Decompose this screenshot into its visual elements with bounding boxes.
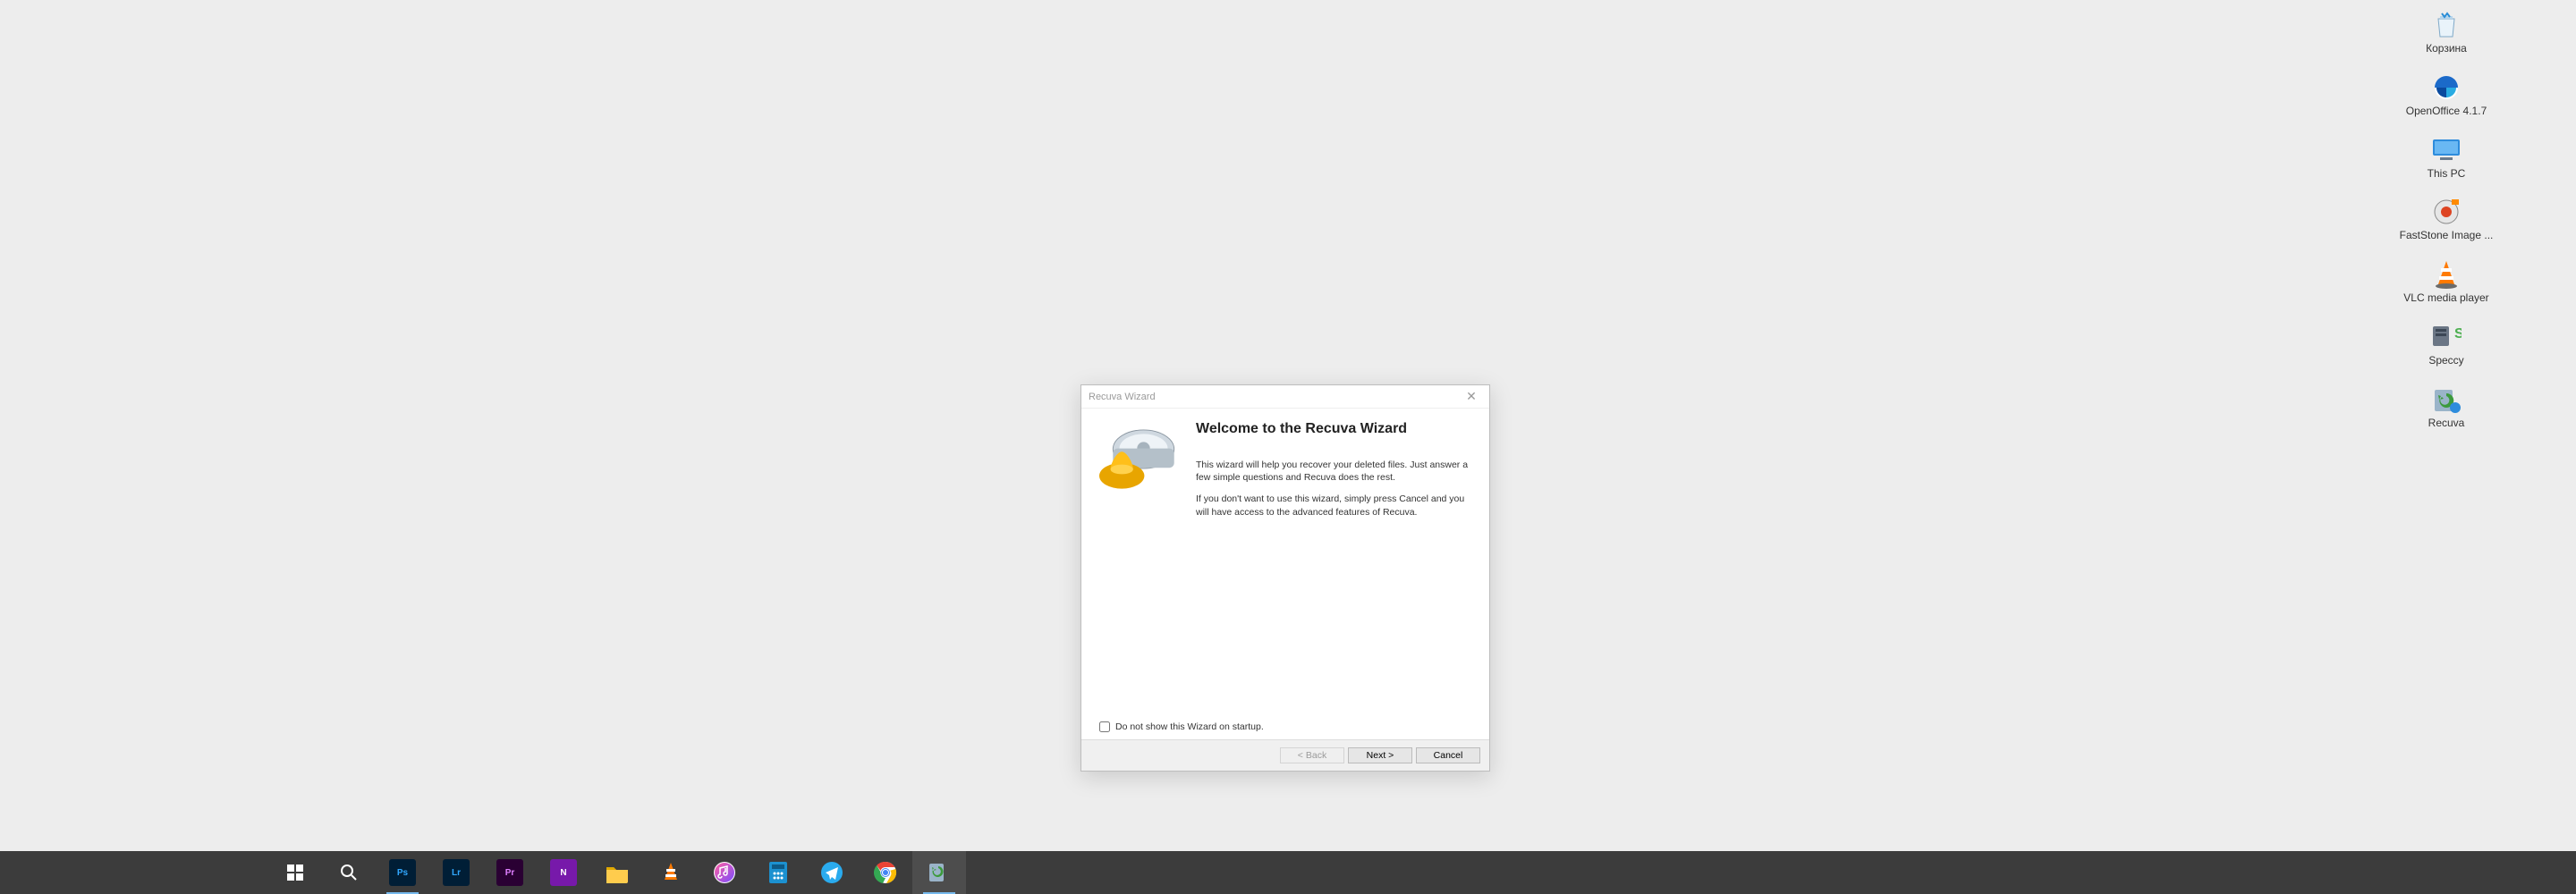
search-icon bbox=[340, 864, 358, 881]
openoffice-icon bbox=[2431, 72, 2462, 103]
taskbar-vlc[interactable] bbox=[644, 851, 698, 894]
desktop-icon-openoffice[interactable]: OpenOffice 4.1.7 bbox=[2379, 72, 2513, 118]
desktop-icon-faststone[interactable]: FastStone Image ... bbox=[2379, 196, 2513, 242]
desktop-icon-recuva[interactable]: Recuva bbox=[2379, 384, 2513, 430]
vlc-cone-icon bbox=[661, 861, 681, 884]
taskbar-premiere[interactable]: Pr bbox=[483, 851, 537, 894]
desktop-icon-speccy[interactable]: S Speccy bbox=[2379, 321, 2513, 367]
desktop-icon-label: VLC media player bbox=[2403, 292, 2488, 305]
wizard-paragraph-1: This wizard will help you recover your d… bbox=[1196, 459, 1471, 484]
itunes-icon bbox=[713, 861, 736, 884]
wizard-heading: Welcome to the Recuva Wizard bbox=[1196, 421, 1471, 437]
desktop-icon-recycle-bin[interactable]: Корзина bbox=[2379, 9, 2513, 55]
taskbar-photoshop[interactable]: Ps bbox=[376, 851, 429, 894]
cancel-button[interactable]: Cancel bbox=[1416, 747, 1480, 763]
taskbar-chrome[interactable] bbox=[859, 851, 912, 894]
recuva-task-icon bbox=[928, 861, 951, 884]
taskbar-calculator[interactable] bbox=[751, 851, 805, 894]
desktop-icon-label: Корзина bbox=[2426, 43, 2467, 55]
desktop-icon-label: This PC bbox=[2428, 168, 2466, 181]
faststone-icon bbox=[2431, 197, 2462, 227]
taskbar: Ps Lr Pr N bbox=[0, 851, 2576, 894]
chrome-icon bbox=[874, 861, 897, 884]
taskbar-search[interactable] bbox=[322, 851, 376, 894]
wizard-footer: < Back Next > Cancel bbox=[1081, 739, 1489, 771]
next-button[interactable]: Next > bbox=[1348, 747, 1412, 763]
recycle-bin-icon bbox=[2431, 10, 2462, 40]
taskbar-itunes[interactable] bbox=[698, 851, 751, 894]
taskbar-telegram[interactable] bbox=[805, 851, 859, 894]
close-icon: ✕ bbox=[1466, 389, 1477, 404]
wizard-titlebar[interactable]: Recuva Wizard ✕ bbox=[1081, 385, 1489, 409]
recuva-icon bbox=[2431, 384, 2462, 415]
wizard-paragraph-2: If you don't want to use this wizard, si… bbox=[1196, 493, 1471, 518]
taskbar-start[interactable] bbox=[268, 851, 322, 894]
taskbar-recuva[interactable] bbox=[912, 851, 966, 894]
windows-icon bbox=[287, 864, 303, 881]
back-button: < Back bbox=[1280, 747, 1344, 763]
calculator-icon bbox=[767, 861, 789, 884]
speccy-icon: S bbox=[2431, 324, 2462, 350]
close-button[interactable]: ✕ bbox=[1459, 388, 1484, 406]
desktop-icon-this-pc[interactable]: This PC bbox=[2379, 134, 2513, 181]
vlc-icon bbox=[2433, 259, 2460, 290]
telegram-icon bbox=[820, 861, 843, 884]
taskbar-lightroom[interactable]: Lr bbox=[429, 851, 483, 894]
dont-show-wizard-checkbox[interactable] bbox=[1099, 721, 1110, 732]
hard-drive-hat-icon bbox=[1099, 421, 1180, 502]
svg-text:S: S bbox=[2454, 326, 2462, 342]
desktop-icon-vlc[interactable]: VLC media player bbox=[2379, 258, 2513, 305]
this-pc-icon bbox=[2431, 138, 2462, 163]
wizard-title: Recuva Wizard bbox=[1089, 392, 1459, 402]
desktop-icon-label: OpenOffice 4.1.7 bbox=[2406, 105, 2487, 118]
desktop-icon-label: Speccy bbox=[2428, 355, 2463, 367]
desktop-icon-label: Recuva bbox=[2428, 417, 2465, 430]
folder-icon bbox=[605, 862, 630, 883]
taskbar-onenote[interactable]: N bbox=[537, 851, 590, 894]
dont-show-wizard-label: Do not show this Wizard on startup. bbox=[1115, 721, 1264, 732]
recuva-wizard-window: Recuva Wizard ✕ Welcome to the Recuva Wi… bbox=[1080, 384, 1490, 772]
taskbar-explorer[interactable] bbox=[590, 851, 644, 894]
desktop-icon-label: FastStone Image ... bbox=[2400, 230, 2494, 242]
